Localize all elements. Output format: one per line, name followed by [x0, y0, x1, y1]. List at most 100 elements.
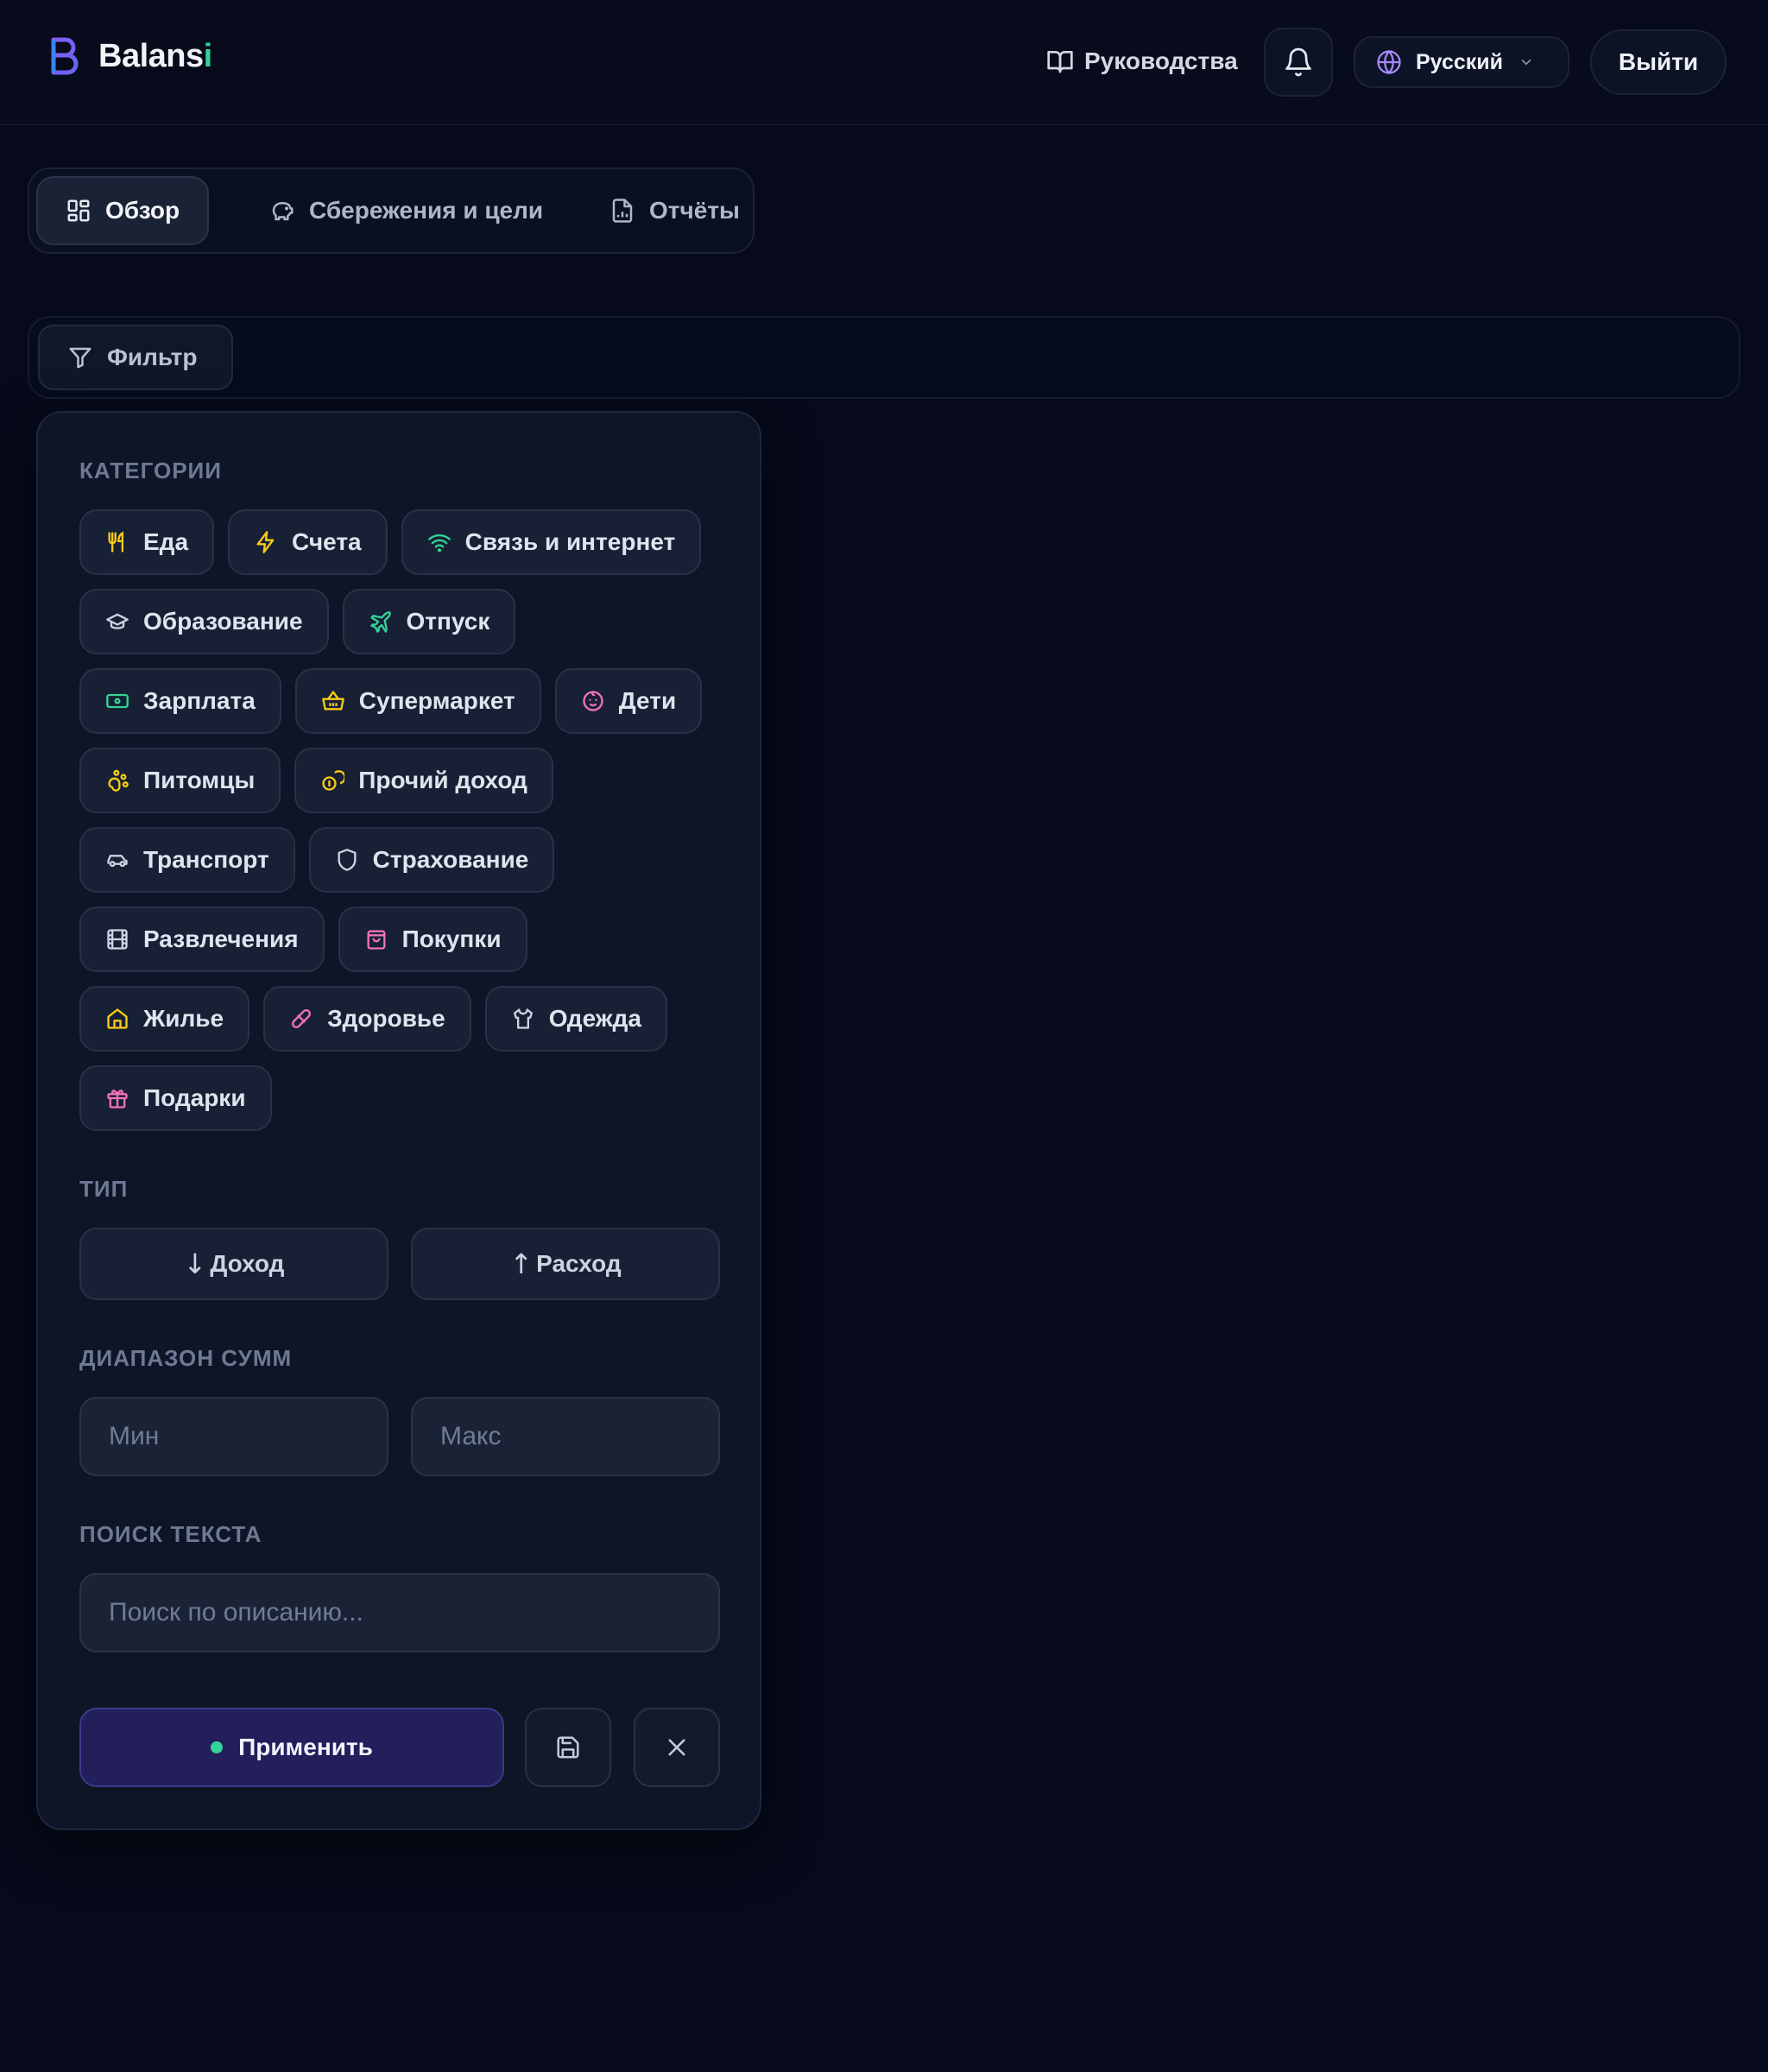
- main-tabs: Обзор Сбережения и цели Отчёты: [28, 167, 755, 254]
- utensils-icon: [108, 531, 123, 553]
- brand-mark-icon: [51, 37, 79, 75]
- notifications-button[interactable]: [1264, 28, 1333, 97]
- category-chip-supermarket[interactable]: Супермаркет: [294, 668, 541, 734]
- chip-label: Зарплата: [143, 687, 256, 714]
- category-chip-insurance[interactable]: Страхование: [308, 827, 555, 893]
- arrow-up-icon: ↑: [509, 1248, 534, 1280]
- chip-label: Здоровье: [327, 1005, 445, 1032]
- description-search-input[interactable]: [79, 1573, 720, 1652]
- chip-label: Дети: [618, 687, 677, 714]
- filter-button[interactable]: Фильтр: [38, 325, 233, 390]
- type-income-button[interactable]: ↓ Доход: [79, 1228, 388, 1300]
- shirt-icon: [513, 1008, 533, 1029]
- category-chips: Еда Счета Связь и интернет Образование О…: [79, 509, 736, 1145]
- category-chip-housing[interactable]: Жилье: [79, 986, 250, 1052]
- dashboard-icon: [67, 199, 90, 222]
- tab-label: Обзор: [105, 197, 180, 224]
- chip-label: Отпуск: [406, 608, 490, 635]
- categories-heading: КАТЕГОРИИ: [79, 458, 222, 483]
- type-heading: ТИП: [79, 1176, 129, 1202]
- car-icon: [107, 855, 128, 868]
- chip-label: Жилье: [143, 1005, 224, 1032]
- clear-filter-button[interactable]: [634, 1708, 720, 1787]
- chip-label: Питомцы: [143, 767, 256, 793]
- guides-label: Руководства: [1084, 47, 1238, 74]
- category-chip-transport[interactable]: Транспорт: [79, 827, 295, 893]
- close-icon: [668, 1739, 685, 1756]
- paw-icon: [108, 769, 129, 792]
- apply-label: Применить: [238, 1734, 373, 1760]
- category-chip-vacation[interactable]: Отпуск: [342, 589, 516, 654]
- amount-max-input[interactable]: [411, 1397, 720, 1476]
- chip-label: Страхование: [372, 846, 529, 873]
- text-search-heading: ПОИСК ТЕКСТА: [79, 1521, 262, 1547]
- bolt-icon: [256, 531, 275, 553]
- category-chip-food[interactable]: Еда: [79, 509, 215, 575]
- film-icon: [107, 929, 128, 950]
- tab-savings[interactable]: Сбережения и цели: [242, 176, 569, 245]
- chip-label: Одежда: [548, 1005, 641, 1032]
- report-file-icon: [612, 199, 633, 223]
- category-chip-shopping[interactable]: Покупки: [338, 906, 527, 972]
- plane-icon: [369, 611, 391, 633]
- category-chip-pets[interactable]: Питомцы: [79, 748, 281, 813]
- chip-label: Образование: [143, 608, 303, 635]
- chip-label: Супермаркет: [358, 687, 515, 714]
- category-chip-bills[interactable]: Счета: [228, 509, 388, 575]
- category-chip-entertainment[interactable]: Развлечения: [79, 906, 325, 972]
- type-income-label: Доход: [210, 1250, 285, 1277]
- filter-panel: КАТЕГОРИИ Еда Счета Связь и интернет Обр…: [36, 411, 761, 1830]
- status-dot: [211, 1741, 224, 1753]
- tab-overview[interactable]: Обзор: [36, 176, 209, 245]
- category-chip-clothing[interactable]: Одежда: [484, 986, 667, 1052]
- chip-label: Счета: [292, 528, 362, 555]
- filter-label: Фильтр: [107, 344, 198, 370]
- category-chip-internet[interactable]: Связь и интернет: [401, 509, 702, 575]
- chip-label: Прочий доход: [358, 767, 527, 793]
- pill-icon: [292, 1008, 312, 1029]
- tab-reports[interactable]: Отчёты: [582, 176, 766, 245]
- category-chip-education[interactable]: Образование: [79, 589, 329, 654]
- chip-label: Подарки: [143, 1084, 246, 1111]
- chevron-down-icon: [1521, 59, 1531, 66]
- basket-icon: [321, 691, 344, 711]
- language-label: Русский: [1416, 49, 1504, 74]
- amount-range-heading: ДИАПАЗОН СУММ: [79, 1345, 293, 1371]
- category-chip-kids[interactable]: Дети: [554, 668, 703, 734]
- wifi-icon: [427, 534, 451, 553]
- shopping-bag-icon: [367, 930, 386, 950]
- home-icon: [107, 1008, 128, 1029]
- piggy-bank-icon: [272, 202, 294, 221]
- graduation-cap-icon: [106, 613, 129, 629]
- banknote-icon: [106, 693, 129, 709]
- type-expense-label: Расход: [536, 1250, 622, 1277]
- baby-icon: [583, 691, 603, 711]
- apply-button[interactable]: Применить: [79, 1708, 504, 1787]
- coins-icon: [322, 770, 345, 791]
- book-icon: [1047, 51, 1073, 73]
- save-filter-button[interactable]: [525, 1708, 611, 1787]
- chip-label: Связь и интернет: [464, 528, 676, 555]
- chip-label: Развлечения: [143, 925, 299, 952]
- brand-name: Balansi: [98, 37, 212, 74]
- filter-bar: Фильтр: [28, 316, 1740, 399]
- funnel-icon: [69, 347, 92, 369]
- save-icon: [557, 1736, 579, 1759]
- tab-label: Сбережения и цели: [309, 197, 544, 224]
- category-chip-gifts[interactable]: Подарки: [79, 1065, 272, 1131]
- arrow-down-icon: ↓: [183, 1248, 207, 1280]
- language-selector[interactable]: Русский: [1354, 36, 1569, 88]
- top-header: Balansi Руководства Русский Выйти: [0, 0, 1768, 125]
- brand-logo[interactable]: Balansi: [48, 35, 212, 78]
- tab-label: Отчёты: [649, 197, 740, 224]
- shield-icon: [338, 849, 357, 871]
- globe-icon: [1377, 49, 1401, 75]
- type-expense-button[interactable]: ↑ Расход: [411, 1228, 720, 1300]
- guides-link[interactable]: Руководства: [1046, 43, 1238, 79]
- amount-min-input[interactable]: [79, 1397, 388, 1476]
- category-chip-other-income[interactable]: Прочий доход: [294, 748, 553, 813]
- bell-icon: [1285, 47, 1311, 77]
- category-chip-salary[interactable]: Зарплата: [79, 668, 281, 734]
- category-chip-health[interactable]: Здоровье: [263, 986, 471, 1052]
- logout-button[interactable]: Выйти: [1590, 29, 1727, 95]
